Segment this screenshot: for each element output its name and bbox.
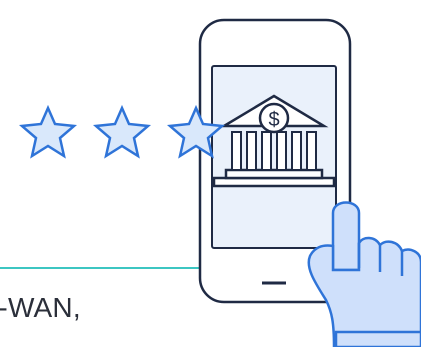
rating-stars	[18, 104, 226, 159]
star-icon	[92, 104, 152, 159]
illustration-canvas: $ D-WAN,	[0, 0, 421, 347]
dollar-icon: $	[258, 102, 290, 134]
caption-text: D-WAN,	[0, 292, 81, 323]
star-icon	[18, 104, 78, 159]
svg-text:$: $	[268, 109, 279, 131]
